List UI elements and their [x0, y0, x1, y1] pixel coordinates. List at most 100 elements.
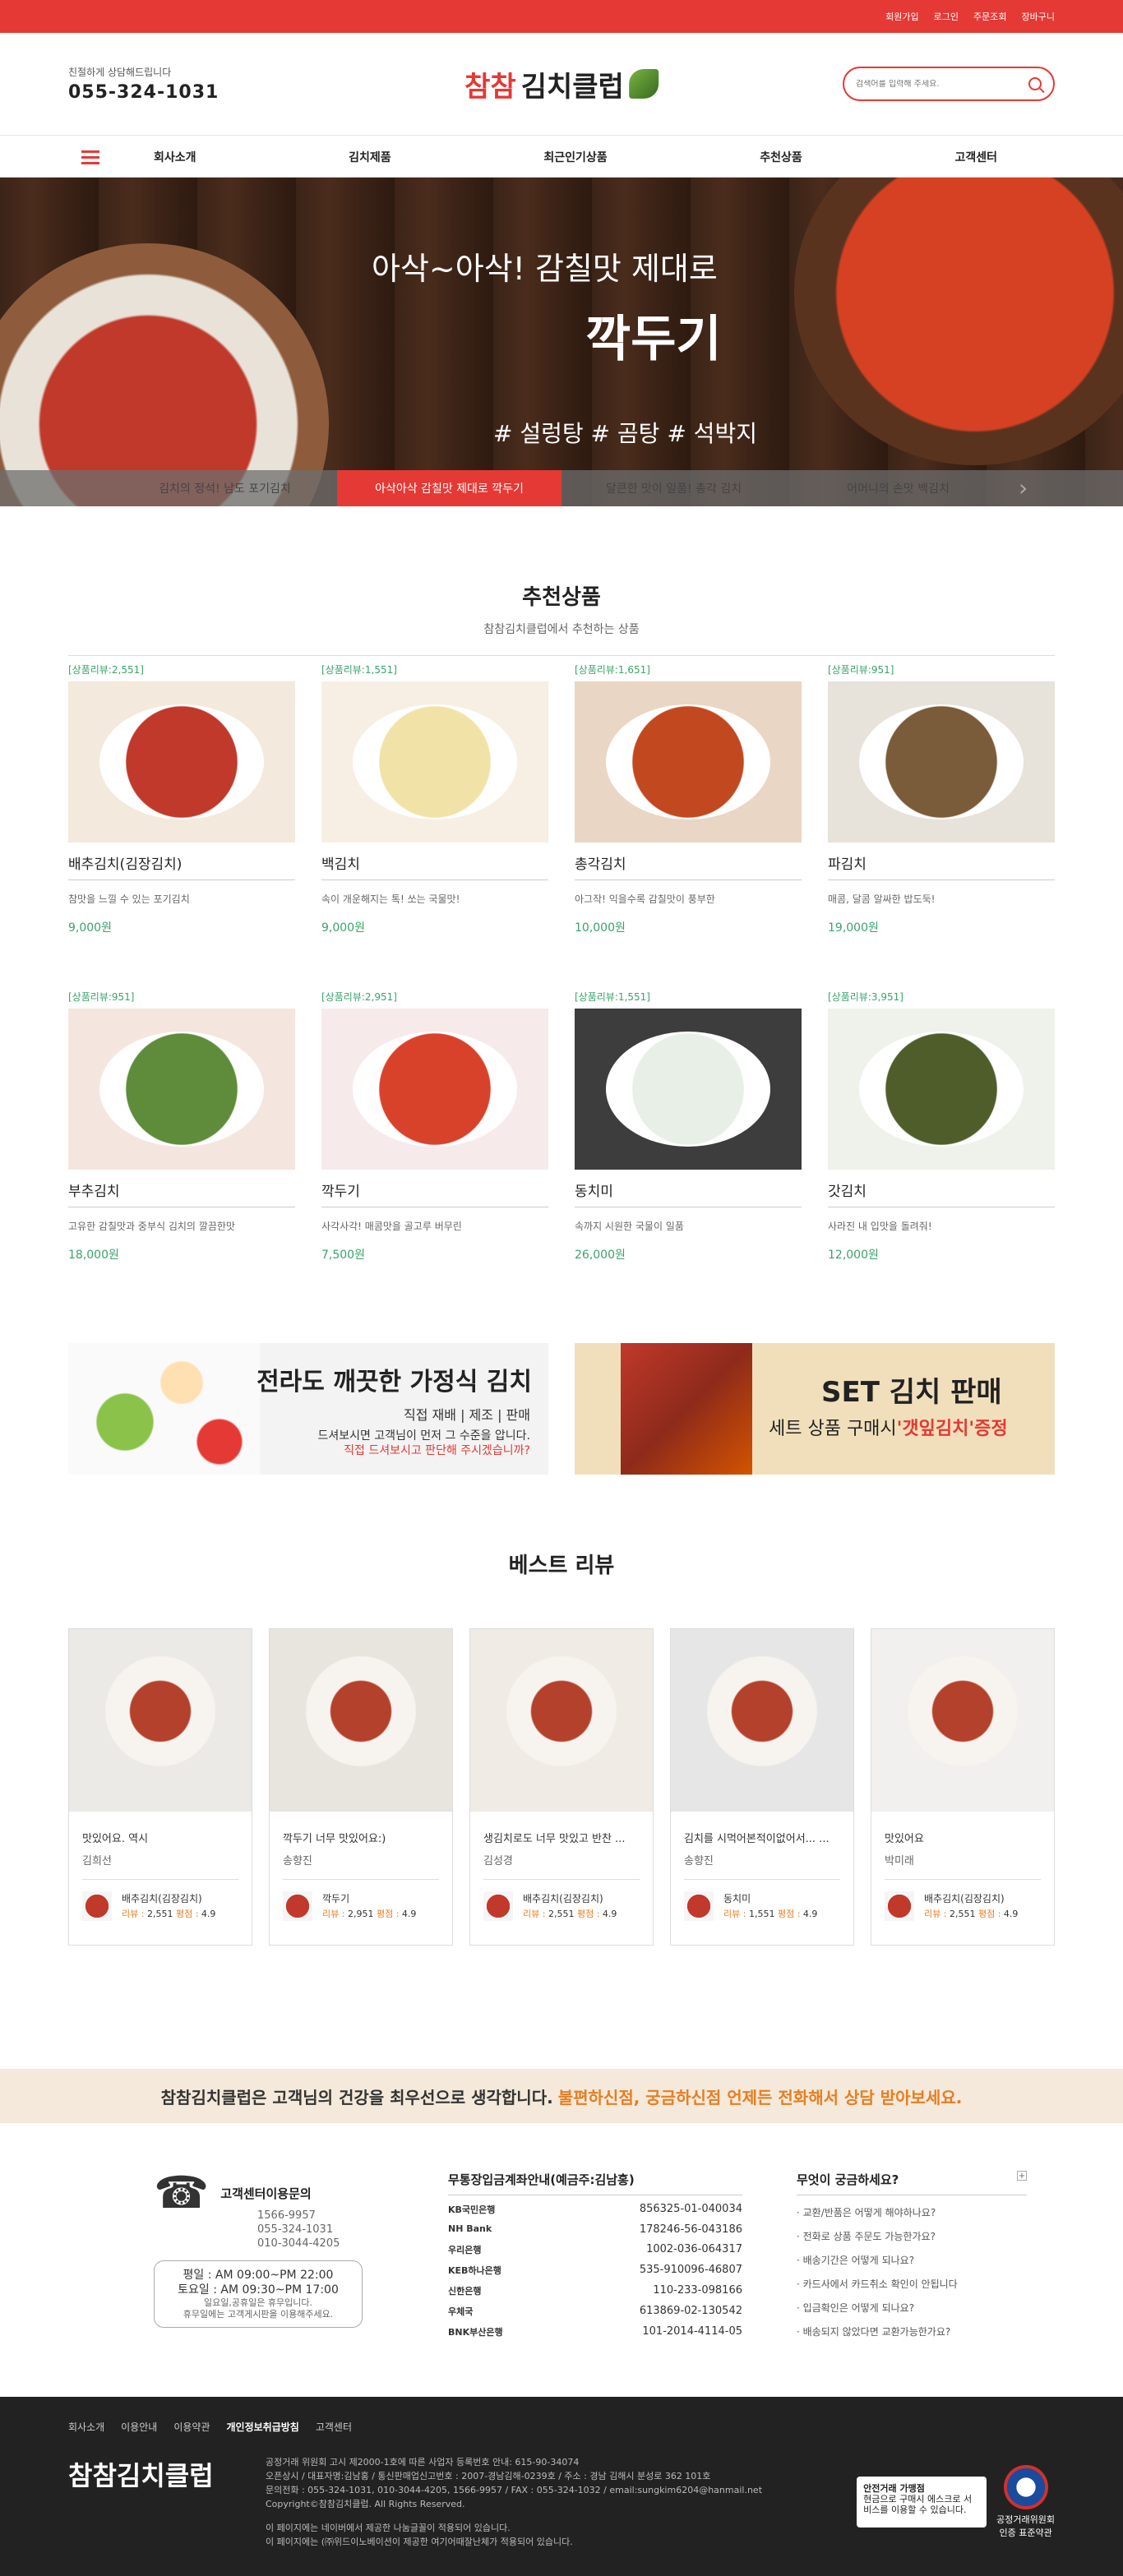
product-card[interactable]: [상품리뷰:2,551] 배추김치(김장김치) 참맛을 느낄 수 있는 포기김치 9,…: [68, 656, 295, 935]
review-product-thumb[interactable]: [684, 1891, 714, 1921]
review-photo[interactable]: [871, 1629, 1054, 1812]
site-logo[interactable]: 참참 김치클럽: [464, 64, 659, 104]
review-card[interactable]: 생김치로도 너무 맛있고 반찬 ... 김성경 배추김치(김장김치) 리뷰 : 2,5…: [469, 1628, 654, 1946]
review-product-name[interactable]: 배추김치(김장김치): [122, 1891, 215, 1905]
search-input[interactable]: [856, 79, 1028, 89]
nav-item-support[interactable]: 고객센터: [954, 149, 997, 165]
product-card[interactable]: [상품리뷰:951] 파김치 매콤, 달콤 알싸한 밥도둑! 19,000원: [828, 656, 1055, 935]
login-link[interactable]: 로그인: [934, 10, 959, 23]
bank-name: NH Bank: [448, 2223, 492, 2234]
review-product-thumb[interactable]: [885, 1891, 914, 1921]
review-card[interactable]: 깍두기 너무 맛있어요:) 송향진 깍두기 리뷰 : 2,951 평점 : 4.9: [269, 1628, 453, 1946]
bank-account: 101-2014-4114-05: [642, 2325, 742, 2338]
product-image[interactable]: [828, 681, 1055, 843]
product-card[interactable]: [상품리뷰:1,551] 백김치 속이 개운해지는 톡! 쏘는 국물맛! 9,000원: [321, 656, 548, 935]
review-product-name[interactable]: 배추김치(김장김치): [523, 1891, 617, 1905]
footer-logo: 참참김치클럽: [68, 2460, 214, 2491]
bank-name: 우체국: [448, 2306, 474, 2317]
bank-name: KEB하나은행: [448, 2265, 501, 2276]
hero-tab[interactable]: 달큰한 맛이 일품! 총각 김치: [562, 470, 786, 506]
product-review-count: [상품리뷰:3,951]: [828, 991, 903, 1003]
nav-item-recommend[interactable]: 추천상품: [760, 149, 802, 165]
bank-account: 535-910096-46807: [639, 2264, 742, 2276]
review-title[interactable]: 맛있어요: [885, 1830, 1041, 1845]
chevron-right-icon[interactable]: ›: [1019, 470, 1028, 506]
callcenter-num: 055-324-1031: [257, 2223, 334, 2236]
review-author: 김성경: [483, 1852, 640, 1880]
promo-banner-set[interactable]: SET 김치 판매 세트 상품 구매시'갯잎김치'증정: [575, 1343, 1055, 1475]
footer-link-company[interactable]: 회사소개: [68, 2420, 104, 2434]
escrow-mark[interactable]: 안전거래 가맹점 현금으로 구매시 에스크로 서비스를 이용할 수 있습니다.: [857, 2477, 987, 2528]
product-name[interactable]: 파김치: [828, 852, 1055, 880]
review-product-thumb[interactable]: [483, 1891, 513, 1921]
product-name[interactable]: 동치미: [575, 1180, 802, 1207]
faq-item[interactable]: · 배송기간은 어떻게 되나요?: [797, 2253, 1027, 2267]
faq-item[interactable]: · 입금확인은 어떻게 되나요?: [797, 2301, 1027, 2315]
product-name[interactable]: 부추김치: [68, 1180, 295, 1207]
nav-item-products[interactable]: 김치제품: [349, 149, 391, 165]
review-photo[interactable]: [671, 1629, 853, 1812]
nav-item-popular[interactable]: 최근인기상품: [543, 149, 607, 165]
hamburger-menu-icon[interactable]: [81, 150, 99, 164]
hero-tab[interactable]: 어머니의 손맛 백김치: [786, 470, 1010, 506]
product-image[interactable]: [575, 1009, 802, 1170]
review-title[interactable]: 생김치로도 너무 맛있고 반찬 ...: [483, 1830, 640, 1845]
review-title[interactable]: 깍두기 너무 맛있어요:): [283, 1830, 439, 1845]
product-card[interactable]: [상품리뷰:1,551] 동치미 속까지 시원한 국물이 일품 26,000원: [575, 983, 802, 1263]
review-photo[interactable]: [470, 1629, 653, 1812]
product-image[interactable]: [321, 681, 548, 843]
promo-banner-homemade[interactable]: 전라도 깨끗한 가정식 김치 직접 재배 | 제조 | 판매 드셔보시면 고객님…: [68, 1343, 548, 1475]
footer-link-support[interactable]: 고객센터: [316, 2420, 352, 2434]
hero-line1: 아삭~아삭! 감칠맛 제대로: [372, 251, 718, 287]
review-card[interactable]: 김치를 시먹어본적이없어서... ... 송향진 동치미 리뷰 : 1,551 평점 …: [670, 1628, 854, 1946]
product-card[interactable]: [상품리뷰:1,651] 총각김치 아그작! 익을수록 감칠맛이 풍부한 10,000…: [575, 656, 802, 935]
product-name[interactable]: 깍두기: [321, 1180, 548, 1207]
product-name[interactable]: 총각김치: [575, 852, 802, 880]
business-hours: 평일 : AM 09:00~PM 22:00 토요일 : AM 09:30~PM…: [154, 2260, 363, 2328]
ftc-seal-icon: [1003, 2465, 1048, 2509]
product-image[interactable]: [321, 1009, 548, 1170]
product-card[interactable]: [상품리뷰:2,951] 깍두기 사각사각! 매콤맛을 골고루 버무린 7,500원: [321, 983, 548, 1263]
review-author: 송향진: [684, 1852, 840, 1880]
product-image[interactable]: [828, 1009, 1055, 1170]
callcenter: ☎ 고객센터이용문의 1566-9957 055-324-1031 010-30…: [68, 2171, 366, 2338]
review-product-name[interactable]: 깍두기: [322, 1891, 416, 1905]
faq-item[interactable]: · 배송되지 않았다면 교환가능한가요?: [797, 2324, 1027, 2338]
review-card[interactable]: 맛있어요. 역시 김희선 배추김치(김장김치) 리뷰 : 2,551 평점 : 4.9: [68, 1628, 252, 1946]
product-name[interactable]: 배추김치(김장김치): [68, 852, 295, 880]
nav-item-company[interactable]: 회사소개: [154, 149, 196, 165]
promo-banners: 전라도 깨끗한 가정식 김치 직접 재배 | 제조 | 판매 드셔보시면 고객님…: [68, 1343, 1055, 1475]
product-image[interactable]: [68, 1009, 295, 1170]
plus-icon[interactable]: +: [1017, 2171, 1027, 2181]
footer-link-terms[interactable]: 이용약관: [173, 2420, 210, 2434]
product-name[interactable]: 백김치: [321, 852, 548, 880]
product-image[interactable]: [68, 681, 295, 843]
review-card[interactable]: 맛있어요 박미래 배추김치(김장김치) 리뷰 : 2,551 평점 : 4.9: [871, 1628, 1055, 1946]
footer-link-privacy[interactable]: 개인정보취급방침: [227, 2420, 299, 2434]
join-link[interactable]: 회원가입: [885, 10, 918, 23]
hero-tabs: 김치의 정석! 남도 포기김치 아삭아삭 감칠맛 제대로 깍두기 달큰한 맛이 …: [0, 470, 1123, 506]
hero-tab[interactable]: 김치의 정석! 남도 포기김치: [113, 470, 337, 506]
faq-item[interactable]: · 카드사에서 카드취소 확인이 안됩니다: [797, 2277, 1027, 2291]
review-photo[interactable]: [270, 1629, 452, 1812]
hero-tab-active[interactable]: 아삭아삭 감칠맛 제대로 깍두기: [337, 470, 562, 506]
faq-item[interactable]: · 교환/반품은 어떻게 해야하나요?: [797, 2205, 1027, 2219]
order-lookup-link[interactable]: 주문조회: [973, 10, 1006, 23]
review-title[interactable]: 맛있어요. 역시: [82, 1830, 238, 1845]
review-product-thumb[interactable]: [82, 1891, 112, 1921]
faq-item[interactable]: · 전화로 상품 주문도 가능한가요?: [797, 2229, 1027, 2243]
product-card[interactable]: [상품리뷰:951] 부추김치 고유한 감칠맛과 중부식 김치의 깔끔한맛 18,00…: [68, 983, 295, 1263]
search-icon[interactable]: [1028, 77, 1042, 90]
review-photo[interactable]: [69, 1629, 252, 1812]
cart-link[interactable]: 장바구니: [1022, 10, 1055, 23]
faq-title: 무엇이 궁금하세요?: [797, 2172, 899, 2187]
review-product-name[interactable]: 배추김치(김장김치): [924, 1891, 1018, 1905]
review-title[interactable]: 김치를 시먹어본적이없어서... ...: [684, 1830, 840, 1845]
review-product-thumb[interactable]: [283, 1891, 312, 1921]
product-name[interactable]: 갓김치: [828, 1180, 1055, 1207]
footer-link-guide[interactable]: 이용안내: [121, 2420, 157, 2434]
product-desc: 속까지 시원한 국물이 일품: [575, 1221, 684, 1232]
product-card[interactable]: [상품리뷰:3,951] 갓김치 사라진 내 입맛을 돌려줘! 12,000원: [828, 983, 1055, 1263]
product-image[interactable]: [575, 681, 802, 843]
review-product-name[interactable]: 동치미: [723, 1891, 817, 1905]
